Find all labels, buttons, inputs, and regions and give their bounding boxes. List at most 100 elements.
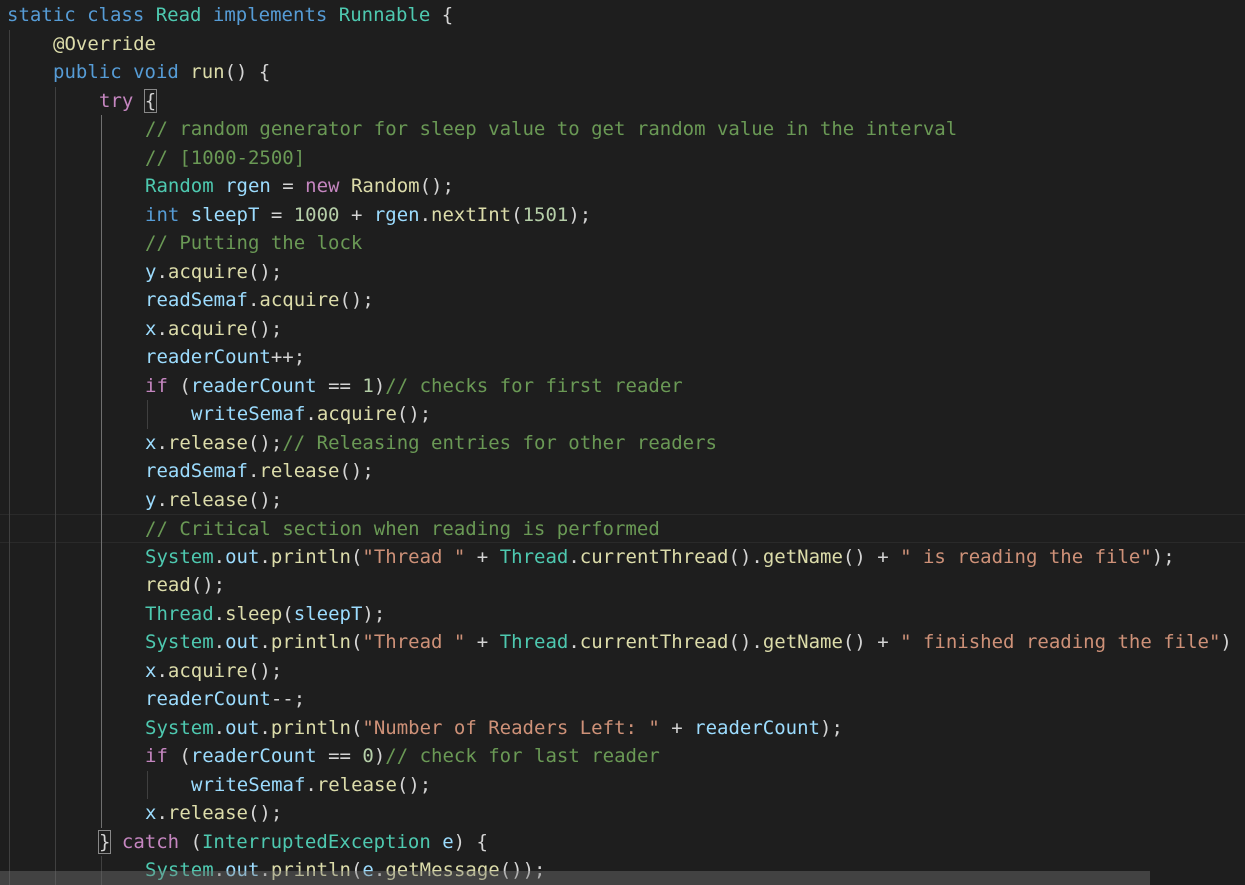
code-token: .	[568, 545, 580, 568]
code-token: ();	[339, 460, 374, 482]
code-token: ();	[247, 802, 283, 824]
code-line[interactable]: // Critical section when reading is perf…	[0, 514, 1245, 543]
code-token: .	[419, 203, 432, 226]
code-token: readerCount	[145, 688, 271, 710]
code-line[interactable]: writeSemaf.acquire();	[0, 400, 1245, 429]
code-token: () +	[842, 631, 901, 653]
code-line[interactable]: x.release();// Releasing entries for oth…	[0, 429, 1245, 458]
code-line[interactable]: public void run() {	[0, 58, 1245, 87]
code-token: .	[156, 802, 168, 824]
code-line[interactable]: } catch (InterruptedException e) {	[0, 828, 1245, 857]
code-token: try	[99, 89, 145, 112]
code-text: // Putting the lock	[145, 229, 362, 258]
code-line[interactable]: x.acquire();	[0, 657, 1245, 686]
code-text: Random rgen = new Random();	[145, 172, 454, 201]
code-token: y	[145, 488, 157, 511]
code-token: System	[145, 631, 214, 653]
code-token: ==	[316, 374, 363, 397]
code-token: (	[190, 830, 202, 853]
code-line[interactable]: readSemaf.acquire();	[0, 286, 1245, 315]
code-text: @Override	[53, 30, 156, 59]
code-text: System.out.println("Thread " + Thread.cu…	[145, 628, 1232, 657]
indent-guide	[55, 86, 56, 885]
code-token: {	[143, 88, 158, 113]
code-token: .	[156, 431, 168, 454]
code-line[interactable]: if (readerCount == 0)// check for last r…	[0, 742, 1245, 771]
code-text: writeSemaf.release();	[191, 771, 431, 800]
code-token: ();	[339, 289, 374, 311]
code-token: class	[87, 4, 156, 26]
code-token: (	[350, 716, 363, 739]
code-token: .	[156, 260, 168, 283]
code-token: )	[373, 745, 386, 767]
code-token: --;	[270, 688, 306, 710]
code-token: () {	[224, 61, 271, 83]
code-line[interactable]: if (readerCount == 1)// checks for first…	[0, 372, 1245, 401]
code-token: " finished reading the file"	[900, 631, 1221, 653]
code-line[interactable]: // Putting the lock	[0, 229, 1245, 258]
code-line[interactable]: System.out.println("Number of Readers Le…	[0, 714, 1245, 743]
code-token: // random generator for sleep value to g…	[145, 118, 958, 140]
code-token: 0	[362, 745, 374, 767]
code-token: );	[820, 716, 843, 739]
code-token: +	[465, 545, 500, 568]
code-token: ();	[419, 175, 454, 197]
code-token: .	[247, 289, 260, 311]
code-token: ==	[316, 745, 363, 767]
code-token: Random	[145, 175, 226, 197]
code-line[interactable]: readerCount--;	[0, 685, 1245, 714]
code-line[interactable]: // [1000-2500]	[0, 144, 1245, 173]
code-line[interactable]: @Override	[0, 30, 1245, 59]
code-token: (	[179, 374, 191, 397]
code-text: System.out.println("Number of Readers Le…	[145, 714, 843, 743]
code-line[interactable]: readSemaf.release();	[0, 457, 1245, 486]
code-token: run	[190, 61, 225, 83]
code-token: release	[259, 460, 340, 482]
code-text: readerCount--;	[145, 685, 305, 714]
code-line[interactable]: y.acquire();	[0, 258, 1245, 287]
horizontal-scrollbar[interactable]	[0, 871, 1150, 885]
code-text: // [1000-2500]	[145, 144, 305, 173]
code-line[interactable]: System.out.println("Thread " + Thread.cu…	[0, 628, 1245, 657]
indent-guide	[147, 400, 148, 429]
code-token: .	[247, 460, 260, 482]
code-line[interactable]: readerCount++;	[0, 343, 1245, 372]
code-token: =	[270, 175, 306, 197]
code-editor[interactable]: static class Read implements Runnable {@…	[0, 0, 1245, 885]
code-text: try {	[99, 87, 158, 116]
code-line[interactable]: // random generator for sleep value to g…	[0, 115, 1245, 144]
code-line[interactable]: x.release();	[0, 799, 1245, 828]
code-token: println	[270, 631, 351, 653]
code-line[interactable]: int sleepT = 1000 + rgen.nextInt(1501);	[0, 201, 1245, 230]
code-token: acquire	[167, 317, 248, 340]
code-token: // Releasing entries for other readers	[282, 431, 717, 454]
code-text: x.release();	[145, 799, 282, 828]
code-line[interactable]: read();	[0, 571, 1245, 600]
code-token: ();	[247, 317, 283, 340]
code-line[interactable]: Random rgen = new Random();	[0, 172, 1245, 201]
code-token: ().	[728, 631, 763, 653]
code-line[interactable]: try {	[0, 87, 1245, 116]
code-token: readerCount	[190, 745, 317, 767]
code-line[interactable]: System.out.println("Thread " + Thread.cu…	[0, 543, 1245, 572]
code-token: "Thread "	[362, 631, 466, 653]
code-line[interactable]: writeSemaf.release();	[0, 771, 1245, 800]
code-token: 1501	[522, 203, 569, 226]
code-token: catch	[110, 830, 191, 853]
code-token: new	[305, 175, 351, 197]
code-line[interactable]: static class Read implements Runnable {	[0, 1, 1245, 30]
code-text: readerCount++;	[145, 343, 305, 372]
code-text: System.out.println("Thread " + Thread.cu…	[145, 543, 1175, 572]
code-token: )	[373, 374, 386, 397]
code-token: +	[339, 203, 374, 226]
code-line[interactable]: y.release();	[0, 486, 1245, 515]
code-token: readerCount	[190, 374, 317, 397]
code-token: out	[225, 631, 260, 653]
code-token: .	[305, 773, 317, 796]
indent-guide	[101, 115, 102, 828]
code-line[interactable]: x.acquire();	[0, 315, 1245, 344]
code-line[interactable]: Thread.sleep(sleepT);	[0, 600, 1245, 629]
code-token: out	[225, 545, 260, 568]
code-token: {	[430, 4, 454, 26]
code-token: nextInt	[431, 203, 512, 226]
